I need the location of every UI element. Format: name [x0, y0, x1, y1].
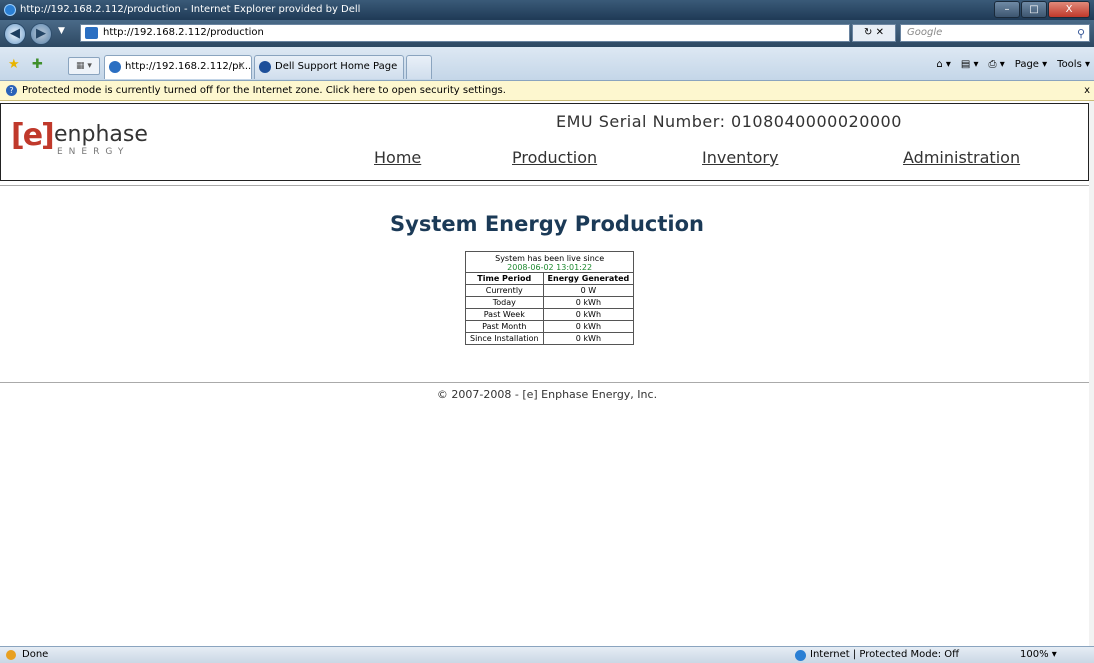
page-content: [e] enphase ENERGY EMU Serial Number: 01…: [0, 101, 1094, 646]
time-period-cell: Past Month: [465, 320, 544, 333]
tab-label: http://192.168.2.112/pr...: [125, 61, 252, 72]
ie-tab-icon: [109, 61, 121, 73]
time-period-cell: Today: [465, 296, 544, 309]
refresh-stop-buttons[interactable]: ↻ ✕: [852, 24, 896, 42]
security-infobar[interactable]: ? Protected mode is currently turned off…: [0, 81, 1094, 101]
live-since-cell: System has been live since 2008-06-02 13…: [464, 251, 635, 273]
minimize-button[interactable]: –: [994, 1, 1020, 18]
time-period-cell: Currently: [465, 284, 544, 297]
logo-bracket: [e]: [11, 118, 55, 153]
site-header: [e] enphase ENERGY EMU Serial Number: 01…: [0, 103, 1089, 181]
security-zone-text[interactable]: Internet | Protected Mode: Off: [810, 647, 959, 663]
logo-subtitle: ENERGY: [57, 147, 130, 157]
tab-label: Dell Support Home Page: [275, 61, 398, 72]
tab-production[interactable]: http://192.168.2.112/pr... X: [104, 55, 252, 79]
tab-bar: ★ ✚ ▦ ▾ http://192.168.2.112/pr... X Del…: [0, 47, 1094, 81]
address-input[interactable]: http://192.168.2.112/production: [80, 24, 850, 42]
status-text: Done: [22, 649, 49, 660]
home-button[interactable]: ⌂ ▾: [936, 59, 951, 70]
tab-dell-support[interactable]: Dell Support Home Page: [254, 55, 404, 79]
search-placeholder: Google: [907, 27, 943, 38]
add-favorites-icon[interactable]: ✚: [32, 57, 43, 72]
new-tab-button[interactable]: [406, 55, 432, 79]
zoom-control[interactable]: 100% ▾: [1020, 647, 1057, 663]
nav-production-link[interactable]: Production: [512, 148, 597, 167]
infobar-close-icon[interactable]: x: [1084, 81, 1090, 100]
infobar-message[interactable]: Protected mode is currently turned off f…: [22, 85, 506, 96]
status-bar: Done Internet | Protected Mode: Off 100%…: [0, 646, 1094, 663]
window-controls: – □ X: [994, 1, 1090, 18]
window-title: http://192.168.2.112/production - Intern…: [20, 4, 361, 15]
quick-tabs-button[interactable]: ▦ ▾: [68, 57, 100, 75]
done-icon: [6, 650, 16, 660]
energy-cell: 0 kWh: [542, 308, 635, 321]
window-titlebar: http://192.168.2.112/production - Intern…: [0, 0, 1094, 20]
address-toolbar: ◀ ▶ ▼ http://192.168.2.112/production ↻ …: [0, 20, 1094, 47]
dell-tab-icon: [259, 61, 271, 73]
page-title: System Energy Production: [390, 212, 704, 236]
nav-administration-link[interactable]: Administration: [903, 148, 1020, 167]
tools-menu[interactable]: Tools ▾: [1057, 59, 1090, 70]
info-icon: ?: [6, 85, 17, 96]
header-divider: [0, 185, 1089, 186]
energy-cell: 0 W: [542, 284, 635, 297]
footer-divider: [0, 382, 1089, 383]
time-period-cell: Past Week: [465, 308, 544, 321]
logo-word: enphase: [54, 122, 148, 147]
page-icon: [85, 27, 98, 39]
print-button[interactable]: ⎙ ▾: [989, 59, 1005, 70]
ie-icon: [4, 4, 16, 16]
page-menu[interactable]: Page ▾: [1015, 59, 1047, 70]
energy-cell: 0 kWh: [542, 332, 635, 345]
time-period-cell: Since Installation: [465, 332, 544, 345]
back-button[interactable]: ◀: [4, 23, 26, 45]
nav-inventory-link[interactable]: Inventory: [702, 148, 778, 167]
table-row: Past Week 0 kWh: [465, 308, 635, 321]
favorites-star-icon[interactable]: ★: [8, 57, 20, 72]
header-time-period: Time Period: [465, 272, 544, 285]
table-row: Since Installation 0 kWh: [465, 332, 635, 345]
internet-zone-icon: [795, 650, 806, 661]
tab-close-icon[interactable]: X: [238, 56, 245, 78]
energy-cell: 0 kWh: [542, 320, 635, 333]
table-row: Currently 0 W: [465, 284, 635, 297]
table-row: Today 0 kWh: [465, 296, 635, 309]
emu-serial-number: EMU Serial Number: 0108040000020000: [556, 112, 902, 131]
enphase-logo: [e] enphase ENERGY: [11, 118, 148, 157]
live-since-label: System has been live since: [495, 254, 605, 263]
maximize-button[interactable]: □: [1021, 1, 1047, 18]
table-row: Past Month 0 kWh: [465, 320, 635, 333]
history-dropdown-icon[interactable]: ▼: [58, 26, 65, 36]
header-energy-generated: Energy Generated: [542, 272, 635, 285]
energy-production-table: System has been live since 2008-06-02 13…: [464, 251, 635, 345]
feeds-button[interactable]: ▤ ▾: [961, 59, 979, 70]
url-text: http://192.168.2.112/production: [103, 27, 264, 38]
close-window-button[interactable]: X: [1048, 1, 1090, 18]
copyright-footer: © 2007-2008 - [e] Enphase Energy, Inc.: [436, 388, 658, 401]
energy-cell: 0 kWh: [542, 296, 635, 309]
page-scrollbar[interactable]: [1089, 101, 1094, 646]
nav-home-link[interactable]: Home: [374, 148, 421, 167]
command-bar: ⌂ ▾ ▤ ▾ ⎙ ▾ Page ▾ Tools ▾: [936, 59, 1090, 70]
forward-button[interactable]: ▶: [30, 23, 52, 45]
search-input[interactable]: Google ⚲: [900, 24, 1090, 42]
live-since-date: 2008-06-02 13:01:22: [507, 263, 593, 272]
search-icon[interactable]: ⚲: [1077, 26, 1085, 42]
